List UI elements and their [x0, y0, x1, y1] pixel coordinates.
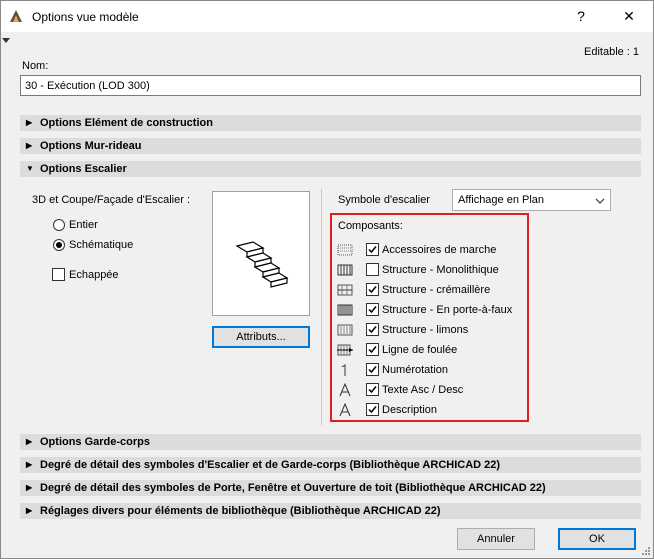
ok-button[interactable]: OK [558, 528, 636, 550]
name-input[interactable]: 30 - Exécution (LOD 300) [20, 75, 641, 96]
hatch-grid-icon [337, 244, 353, 256]
composant-checkbox[interactable] [366, 263, 379, 276]
cancel-button[interactable]: Annuler [457, 528, 535, 550]
walking-line-icon [337, 344, 353, 356]
collapse-marker-icon[interactable] [2, 38, 10, 44]
section-label: Options Escalier [40, 163, 127, 175]
section-detail-porte[interactable]: ▶ Degré de détail des symboles de Porte,… [20, 480, 641, 496]
attributs-button[interactable]: Attributs... [212, 326, 310, 348]
horizontal-hatch-icon [337, 284, 353, 296]
divider [321, 189, 322, 425]
composant-checkbox[interactable] [366, 283, 379, 296]
chevron-right-icon: ▶ [26, 506, 33, 515]
section-detail-escalier[interactable]: ▶ Degré de détail des symboles d'Escalie… [20, 457, 641, 473]
section-reglages-divers[interactable]: ▶ Réglages divers pour éléments de bibli… [20, 503, 641, 519]
archicad-icon [10, 10, 22, 22]
chevron-right-icon: ▶ [26, 483, 33, 492]
checkmark-icon [368, 346, 377, 354]
letter-a-icon [339, 403, 351, 417]
chevron-right-icon: ▶ [26, 118, 33, 127]
composant-label: Ligne de foulée [382, 344, 458, 356]
composant-checkbox[interactable] [366, 363, 379, 376]
radio-schematique-label: Schématique [69, 239, 134, 251]
section-label: Degré de détail des symboles de Porte, F… [40, 482, 546, 494]
stair-preview [212, 191, 310, 316]
composant-label: Structure - En porte-à-faux [382, 304, 513, 316]
section-options-mur-rideau[interactable]: ▶ Options Mur-rideau [20, 138, 641, 154]
section-label: Réglages divers pour éléments de bibliot… [40, 505, 441, 517]
section-label: Options Elément de construction [40, 117, 213, 129]
composant-label: Accessoires de marche [382, 244, 497, 256]
window-title: Options vue modèle [32, 10, 139, 24]
composant-label: Description [382, 404, 438, 416]
composant-checkbox[interactable] [366, 343, 379, 356]
title-bar: Options vue modèle ? ✕ [1, 1, 653, 32]
checkmark-icon [368, 406, 377, 414]
checkmark-icon [368, 366, 377, 374]
composant-label: Structure - crémaillère [382, 284, 491, 296]
composants-label: Composants: [338, 220, 403, 232]
composant-label: Structure - limons [382, 324, 469, 336]
composant-checkbox[interactable] [366, 383, 379, 396]
stair-preview-icon [235, 241, 289, 288]
symbole-select[interactable]: Affichage en Plan [452, 189, 611, 211]
composant-checkbox[interactable] [366, 303, 379, 316]
radio-entier[interactable] [53, 219, 65, 231]
close-button[interactable]: ✕ [607, 1, 651, 32]
options-vue-modele-dialog: Options vue modèle ? ✕ Editable : 1 Nom:… [0, 0, 654, 559]
escalier-view-label: 3D et Coupe/Façade d'Escalier : [32, 194, 191, 206]
vertical-lines-icon [337, 264, 353, 276]
composant-checkbox[interactable] [366, 323, 379, 336]
section-label: Options Garde-corps [40, 436, 151, 448]
chevron-right-icon: ▶ [26, 460, 33, 469]
composant-label: Structure - Monolithique [382, 264, 499, 276]
editable-count: Editable : 1 [584, 46, 640, 58]
checkmark-icon [368, 386, 377, 394]
section-options-escalier[interactable]: ▼ Options Escalier [20, 161, 641, 177]
composant-label: Numérotation [382, 364, 449, 376]
name-input-value: 30 - Exécution (LOD 300) [25, 80, 150, 92]
composant-checkbox[interactable] [366, 243, 379, 256]
checkmark-icon [368, 246, 377, 254]
radio-schematique[interactable] [53, 239, 65, 251]
checkmark-icon [368, 326, 377, 334]
help-button[interactable]: ? [559, 1, 603, 32]
section-options-element[interactable]: ▶ Options Elément de construction [20, 115, 641, 131]
dense-lines-icon [337, 304, 353, 316]
symbole-label: Symbole d'escalier [338, 194, 430, 206]
number-one-icon [341, 364, 346, 376]
echappee-checkbox[interactable] [52, 268, 65, 281]
chevron-down-icon: ▼ [26, 164, 34, 173]
section-options-garde-corps[interactable]: ▶ Options Garde-corps [20, 434, 641, 450]
chevron-right-icon: ▶ [26, 141, 33, 150]
checkmark-icon [368, 306, 377, 314]
resize-grip-icon[interactable] [641, 546, 651, 556]
framed-lines-icon [337, 324, 353, 336]
composant-label: Texte Asc / Desc [382, 384, 464, 396]
name-label: Nom: [22, 60, 49, 72]
radio-entier-label: Entier [69, 219, 98, 231]
composant-checkbox[interactable] [366, 403, 379, 416]
chevron-right-icon: ▶ [26, 437, 33, 446]
chevron-down-icon [595, 198, 605, 204]
checkmark-icon [368, 286, 377, 294]
letter-a-icon [339, 383, 351, 397]
symbole-select-value: Affichage en Plan [458, 194, 545, 206]
section-label: Options Mur-rideau [40, 140, 142, 152]
section-label: Degré de détail des symboles d'Escalier … [40, 459, 501, 471]
echappee-label: Echappée [69, 269, 119, 281]
